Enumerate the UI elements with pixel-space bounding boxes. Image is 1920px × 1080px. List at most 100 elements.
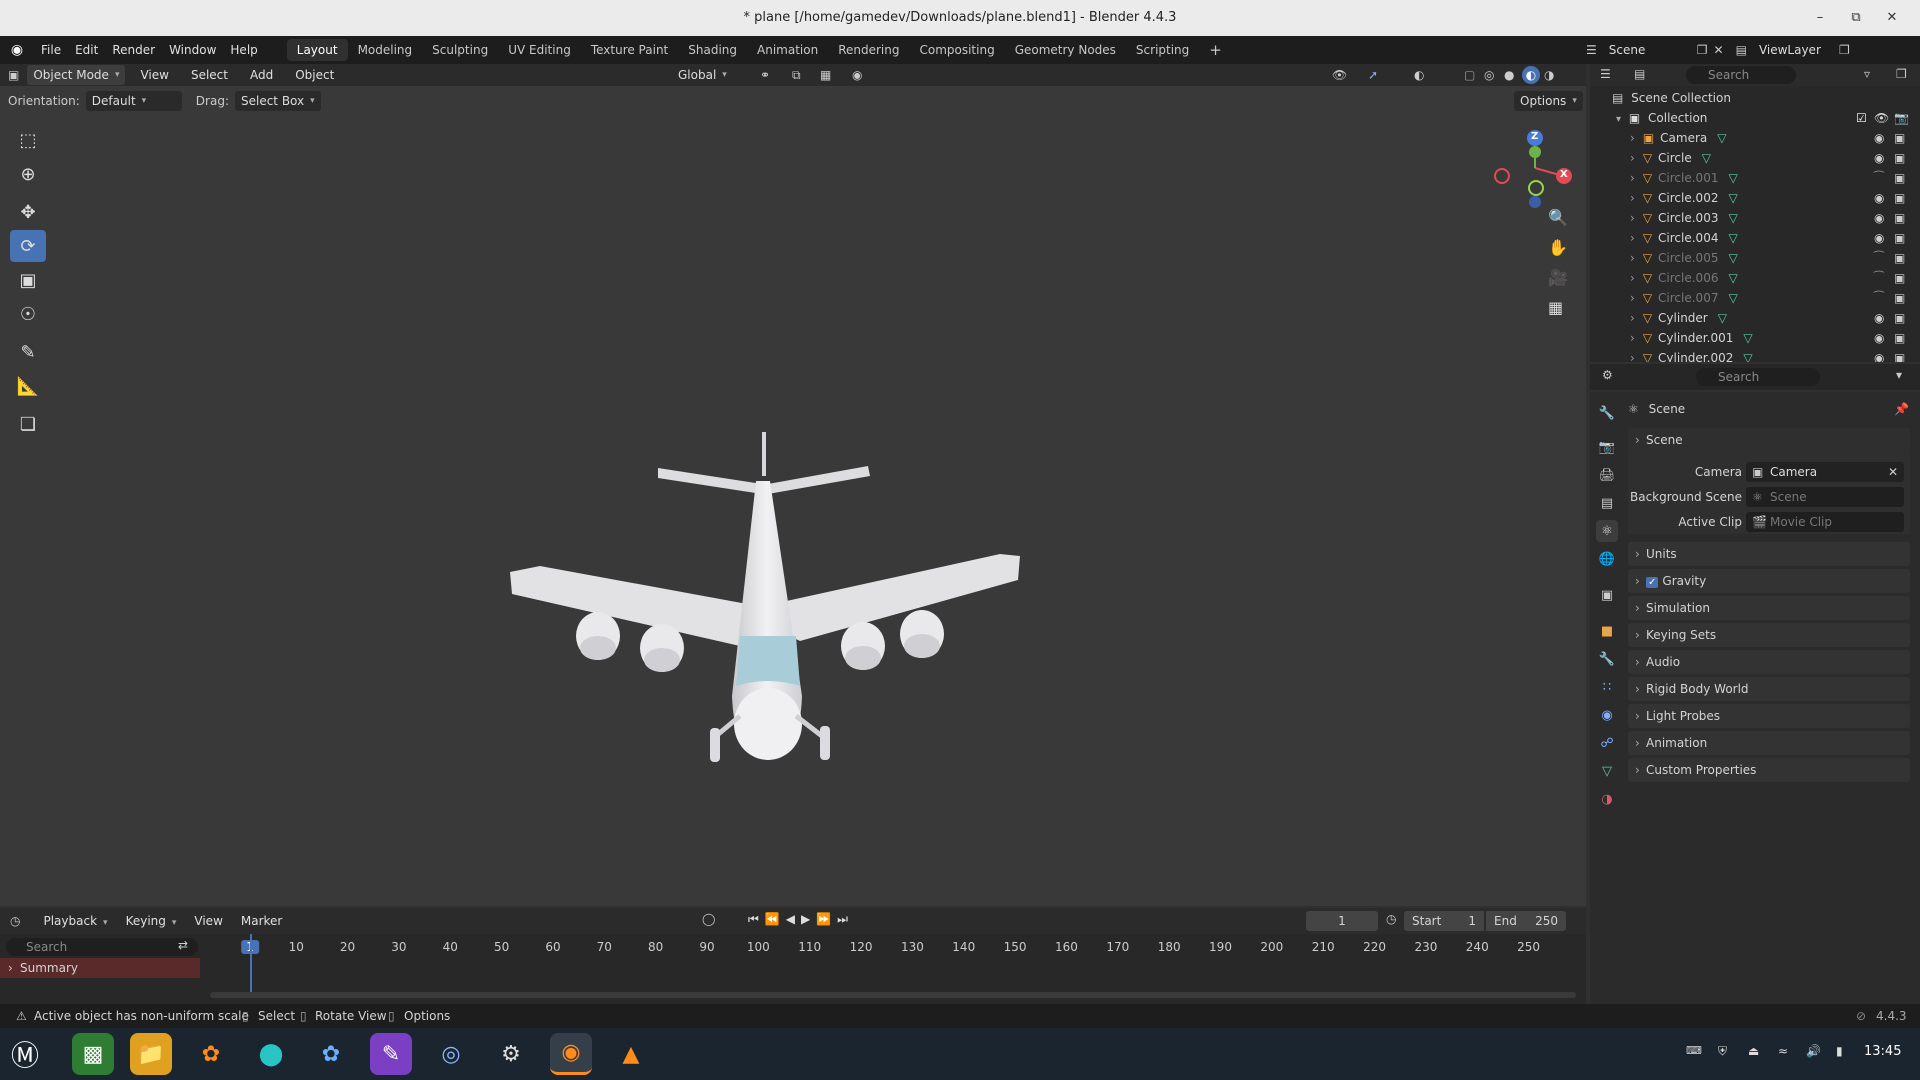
summary-row[interactable]: › Summary xyxy=(0,958,200,978)
paint-app-icon[interactable]: ✎ xyxy=(370,1033,412,1075)
current-frame-field[interactable]: 1 xyxy=(1306,911,1378,931)
view-layer-tab-icon[interactable]: ▤ xyxy=(1596,492,1618,514)
expand-icon[interactable]: › xyxy=(1630,291,1635,305)
start-frame-field[interactable]: Start 1 xyxy=(1404,911,1484,931)
add-cube-icon[interactable]: ❏ xyxy=(10,408,46,440)
files-icon[interactable]: 📁 xyxy=(130,1033,172,1075)
pin-icon[interactable]: 📌 xyxy=(1894,398,1909,420)
outliner-item[interactable]: › ▽ Circle.005 ▽ ⁀ ▣ xyxy=(1590,248,1920,268)
menu-file[interactable]: File xyxy=(34,43,68,57)
mesh-data-icon[interactable]: ▽ xyxy=(1743,331,1752,345)
maximize-icon[interactable]: ⧉ xyxy=(1846,8,1866,28)
proportional-edit-icon[interactable]: ◉ xyxy=(852,68,862,82)
constraints-tab-icon[interactable]: ☍ xyxy=(1596,732,1618,754)
options-button[interactable]: Options xyxy=(1514,91,1583,111)
tab-texture-paint[interactable]: Texture Paint xyxy=(581,39,678,61)
firefox-icon[interactable]: ✿ xyxy=(190,1033,232,1075)
tool-tab-icon[interactable]: 🔧 xyxy=(1596,402,1618,424)
mesh-data-icon[interactable]: ▽ xyxy=(1728,251,1737,265)
rotate-icon[interactable]: ⟳ xyxy=(10,230,46,262)
snap-icon[interactable]: ⧉ xyxy=(792,68,801,83)
eject-icon[interactable]: ⏏ xyxy=(1748,1044,1759,1058)
tab-sculpting[interactable]: Sculpting xyxy=(422,39,498,61)
gizmo-toggle-icon[interactable]: ➚ xyxy=(1368,68,1378,82)
particles-tab-icon[interactable]: ∷ xyxy=(1596,676,1618,698)
eye-icon[interactable]: ◉ xyxy=(1874,308,1884,328)
xray-icon[interactable]: ▢ xyxy=(1464,68,1475,82)
transform-orientation[interactable]: Global xyxy=(672,65,733,85)
panel-units[interactable]: Units xyxy=(1628,542,1910,566)
output-tab-icon[interactable]: 🖨 xyxy=(1596,464,1618,486)
render-camera-icon[interactable]: ▣ xyxy=(1894,268,1905,288)
outliner-item[interactable]: › ▽ Circle.001 ▽ ⁀ ▣ xyxy=(1590,168,1920,188)
timeline-menu-playback[interactable]: Playback xyxy=(36,914,114,928)
outliner-item[interactable]: › ▽ Circle ▽ ◉ ▣ xyxy=(1590,148,1920,168)
viewport-menu-object[interactable]: Object xyxy=(288,68,341,82)
swap-icon[interactable]: ⇄ xyxy=(178,938,188,952)
timeline-search[interactable]: Search xyxy=(6,938,198,956)
properties-search[interactable]: Search xyxy=(1696,368,1820,386)
tab-rendering[interactable]: Rendering xyxy=(828,39,909,61)
panel-keying-sets[interactable]: Keying Sets xyxy=(1628,623,1910,647)
outliner-search[interactable]: Search xyxy=(1686,66,1796,84)
frame-ruler[interactable]: 1102030405060708090100110120130140150160… xyxy=(210,940,1580,958)
eye-icon[interactable]: ◉ xyxy=(1874,128,1884,148)
clock[interactable]: 13:45 xyxy=(1864,1044,1901,1059)
render-camera-icon[interactable]: ▣ xyxy=(1894,208,1905,228)
mesh-data-icon[interactable]: ▽ xyxy=(1728,211,1737,225)
blender-taskbar-icon[interactable]: ◉ xyxy=(550,1033,592,1075)
tab-layout[interactable]: Layout xyxy=(286,39,348,61)
panel-light-probes[interactable]: Light Probes xyxy=(1628,704,1910,728)
viewport-menu-view[interactable]: View xyxy=(133,68,175,82)
menu-render[interactable]: Render xyxy=(105,43,162,57)
render-camera-icon[interactable]: ▣ xyxy=(1894,308,1905,328)
expand-icon[interactable]: › xyxy=(1630,271,1635,285)
mesh-data-icon[interactable]: ▽ xyxy=(1728,291,1737,305)
volume-icon[interactable]: 🔊 xyxy=(1806,1044,1821,1058)
object-tab-icon[interactable]: ■ xyxy=(1596,620,1618,642)
eye-icon[interactable]: ◉ xyxy=(1874,228,1884,248)
tab-animation[interactable]: Animation xyxy=(747,39,828,61)
mode-selector[interactable]: Object Mode xyxy=(27,65,126,85)
browser-app-icon[interactable]: ✿ xyxy=(310,1033,352,1075)
solid-shading-icon[interactable]: ● xyxy=(1504,68,1514,82)
mesh-data-icon[interactable]: ▽ xyxy=(1743,351,1752,362)
eye-closed-icon[interactable]: ⁀ xyxy=(1874,288,1884,308)
summary-expand-icon[interactable]: › xyxy=(8,958,13,978)
collection-expand-icon[interactable]: ▾ xyxy=(1616,114,1621,125)
render-camera-icon[interactable]: ▣ xyxy=(1894,288,1905,308)
mesh-data-icon[interactable]: ▽ xyxy=(1728,171,1737,185)
visibility-icon[interactable]: 👁 xyxy=(1332,68,1347,82)
material-tab-icon[interactable]: ◑ xyxy=(1596,788,1618,810)
expand-icon[interactable]: › xyxy=(1630,211,1635,225)
view-layer-selector[interactable]: ViewLayer xyxy=(1752,40,1833,60)
expand-icon[interactable]: › xyxy=(1630,151,1635,165)
steam-icon[interactable]: ⚙ xyxy=(490,1033,532,1075)
outliner-item[interactable]: › ▽ Cylinder ▽ ◉ ▣ xyxy=(1590,308,1920,328)
3d-viewport[interactable]: ⬚ ⊕ ✥ ⟳ ▣ ☉ ✎ 📐 ❏ Z X 🔍 ✋ 🎥 ▦ xyxy=(0,86,1586,906)
new-view-layer-icon[interactable]: ❐ xyxy=(1839,43,1850,57)
minimize-icon[interactable]: – xyxy=(1810,8,1830,28)
eye-closed-icon[interactable]: ⁀ xyxy=(1874,168,1884,188)
measure-icon[interactable]: 📐 xyxy=(10,370,46,402)
outliner-item[interactable]: › ▽ Circle.006 ▽ ⁀ ▣ xyxy=(1590,268,1920,288)
camera-field[interactable]: ▣ Camera ✕ xyxy=(1746,462,1904,482)
select-box-icon[interactable]: ⬚ xyxy=(10,124,46,156)
eye-icon[interactable]: ◉ xyxy=(1874,148,1884,168)
ortho-grid-icon[interactable]: ▦ xyxy=(1548,298,1563,317)
timeline-menu-keying[interactable]: Keying xyxy=(119,914,184,928)
viewport-menu-add[interactable]: Add xyxy=(243,68,280,82)
expand-icon[interactable]: › xyxy=(1630,251,1635,265)
keyboard-layout-icon[interactable]: ⌨ xyxy=(1686,1044,1702,1057)
playback-controls[interactable]: ⏮⏪◀▶⏩⏭ xyxy=(748,912,854,927)
physics-tab-icon[interactable]: ◉ xyxy=(1596,704,1618,726)
terminal-icon[interactable]: ▩ xyxy=(72,1033,114,1075)
outliner[interactable]: ▤ Scene Collection ▾ ▣ Collection ☑ 👁 📷 … xyxy=(1590,86,1920,362)
view-layer-icon[interactable]: ▤ xyxy=(1736,43,1747,57)
timeline-menu-view[interactable]: View xyxy=(187,914,229,928)
mesh-data-icon[interactable]: ▽ xyxy=(1717,131,1726,145)
pivot-icon[interactable]: ⚭ xyxy=(760,68,770,82)
panel-simulation[interactable]: Simulation xyxy=(1628,596,1910,620)
camera-clear-icon[interactable]: ✕ xyxy=(1888,462,1898,482)
mesh-data-icon[interactable]: ▽ xyxy=(1702,151,1711,165)
